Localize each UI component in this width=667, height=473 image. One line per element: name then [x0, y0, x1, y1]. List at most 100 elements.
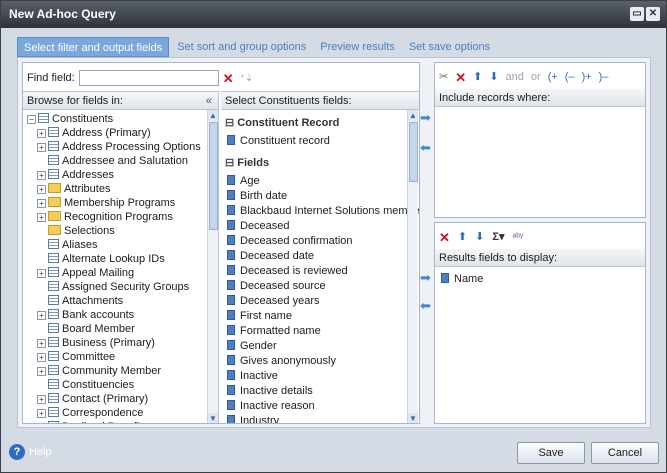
minimize-icon[interactable]: ▭ [630, 7, 644, 21]
list-item[interactable]: Birth date [227, 189, 287, 203]
tree-item[interactable]: +Constituencies [37, 378, 134, 392]
delete-filter-icon[interactable]: ✕ [455, 71, 466, 84]
expand-node-icon[interactable]: + [37, 199, 46, 208]
tree-item[interactable]: + Correspondence [37, 406, 143, 420]
record-section-header[interactable]: ⊟ Constituent Record [225, 116, 339, 129]
close-icon[interactable]: ✕ [646, 7, 660, 21]
expand-node-icon[interactable]: + [37, 269, 46, 278]
tree-item[interactable]: + Bank accounts [37, 308, 134, 322]
list-item[interactable]: Inactive reason [227, 399, 315, 413]
list-item[interactable]: Formatted name [227, 324, 321, 338]
close-paren-remove-button[interactable]: )– [599, 71, 609, 83]
list-item[interactable]: Deceased confirmation [227, 234, 353, 248]
format-filter-icon[interactable]: ✂ [439, 71, 448, 83]
list-item[interactable]: Blackbaud Internet Solutions member [227, 204, 419, 218]
and-button[interactable]: and [506, 71, 524, 83]
tree-item[interactable]: + Committee [37, 350, 115, 364]
move-up-icon[interactable]: ⬆ [473, 71, 482, 83]
list-item[interactable]: Deceased [227, 219, 290, 233]
cancel-button[interactable]: Cancel [591, 442, 659, 464]
tree-item[interactable]: +Addressee and Salutation [37, 154, 188, 168]
tree-item[interactable]: + Addresses [37, 168, 114, 182]
add-filter-arrow-icon[interactable]: ➡ [420, 110, 431, 126]
collapse-node-icon[interactable]: − [27, 115, 36, 124]
rename-column-icon[interactable]: ᵃᵇʸ [512, 232, 523, 243]
tree-item[interactable]: +Assigned Security Groups [37, 280, 189, 294]
find-next-icon[interactable]: ⁺⇣ [240, 73, 254, 84]
tree-item[interactable]: +Declined Benefits [37, 420, 148, 423]
tree-item[interactable]: + Address Processing Options [37, 140, 201, 154]
list-item[interactable]: Deceased date [227, 249, 314, 263]
move-down-icon[interactable]: ⬇ [475, 231, 484, 243]
delete-output-icon[interactable]: ✕ [439, 231, 450, 244]
tree-item[interactable]: + Contact (Primary) [37, 392, 148, 406]
expand-node-icon[interactable]: + [37, 129, 46, 138]
list-item[interactable]: Deceased years [227, 294, 320, 308]
expand-node-icon[interactable]: + [37, 213, 46, 222]
tree-item[interactable]: + Business (Primary) [37, 336, 155, 350]
expand-node-icon[interactable]: + [37, 367, 46, 376]
browse-scroll-thumb[interactable] [209, 122, 218, 230]
fields-section-header[interactable]: ⊟ Fields [225, 156, 269, 169]
tree-item[interactable]: + Appeal Mailing [37, 266, 134, 280]
tab-save-options[interactable]: Set save options [403, 37, 496, 57]
expand-node-icon[interactable]: + [37, 185, 46, 194]
tab-sort-group[interactable]: Set sort and group options [171, 37, 312, 57]
select-scrollbar[interactable]: ▲ ▼ [407, 110, 418, 423]
save-button[interactable]: Save [517, 442, 585, 464]
tree-item[interactable]: − Constituents [27, 112, 113, 126]
close-paren-add-button[interactable]: )+ [582, 71, 592, 83]
tree-item[interactable]: +Aliases [37, 238, 97, 252]
scroll-up-icon[interactable]: ▲ [208, 110, 218, 121]
open-paren-add-button[interactable]: (+ [548, 71, 558, 83]
scroll-down-icon[interactable]: ▼ [208, 413, 218, 423]
scroll-up-icon[interactable]: ▲ [408, 110, 418, 121]
expand-node-icon[interactable]: + [37, 171, 46, 180]
tree-item[interactable]: + Community Member [37, 364, 161, 378]
expand-node-icon[interactable]: + [37, 311, 46, 320]
clear-search-icon[interactable]: ✕ [223, 72, 234, 85]
tab-select-fields[interactable]: Select filter and output fields [17, 37, 170, 57]
find-field-input[interactable] [78, 70, 219, 86]
list-item[interactable]: Gives anonymously [227, 354, 336, 368]
expand-node-icon[interactable]: + [37, 353, 46, 362]
move-up-icon[interactable]: ⬆ [458, 231, 467, 243]
list-item[interactable]: Inactive details [227, 384, 313, 398]
browse-scrollbar[interactable]: ▲ ▼ [207, 110, 218, 423]
tab-preview-results[interactable]: Preview results [314, 37, 401, 57]
list-item[interactable]: Industry [227, 414, 279, 423]
move-down-icon[interactable]: ⬇ [489, 71, 498, 83]
record-section-label: Constituent Record [237, 117, 340, 129]
expand-node-icon[interactable]: + [37, 143, 46, 152]
tree-item[interactable]: + Attributes [37, 182, 110, 196]
list-item[interactable]: Age [227, 174, 260, 188]
tree-item[interactable]: + Address (Primary) [37, 126, 151, 140]
tree-item[interactable]: + Membership Programs [37, 196, 175, 210]
remove-filter-arrow-icon[interactable]: ⬅ [420, 140, 431, 156]
output-field-name[interactable]: Name [441, 272, 483, 286]
list-item[interactable]: Deceased source [227, 279, 326, 293]
expand-node-icon[interactable]: + [37, 395, 46, 404]
list-item[interactable]: First name [227, 309, 292, 323]
expand-node-icon[interactable]: + [37, 409, 46, 418]
or-button[interactable]: or [531, 71, 541, 83]
select-scroll-thumb[interactable] [409, 122, 418, 182]
filter-criteria-area[interactable] [435, 108, 645, 217]
list-item[interactable]: Inactive [227, 369, 278, 383]
help-link[interactable]: ? Help [9, 444, 52, 460]
tree-item[interactable]: +Alternate Lookup IDs [37, 252, 165, 266]
tree-item[interactable]: +Selections [37, 224, 115, 238]
remove-output-arrow-icon[interactable]: ⬅ [420, 298, 431, 314]
list-item-constituent-record[interactable]: Constituent record [227, 134, 330, 148]
scroll-down-icon[interactable]: ▼ [408, 413, 418, 423]
summarize-icon[interactable]: Σ▾ [492, 231, 504, 243]
collapse-icon[interactable]: « [206, 92, 212, 110]
tree-item[interactable]: + Recognition Programs [37, 210, 173, 224]
tree-item[interactable]: +Attachments [37, 294, 123, 308]
expand-node-icon[interactable]: + [37, 339, 46, 348]
tree-item[interactable]: +Board Member [37, 322, 135, 336]
list-item[interactable]: Gender [227, 339, 277, 353]
list-item[interactable]: Deceased is reviewed [227, 264, 348, 278]
add-output-arrow-icon[interactable]: ➡ [420, 270, 431, 286]
open-paren-remove-button[interactable]: (– [565, 71, 575, 83]
